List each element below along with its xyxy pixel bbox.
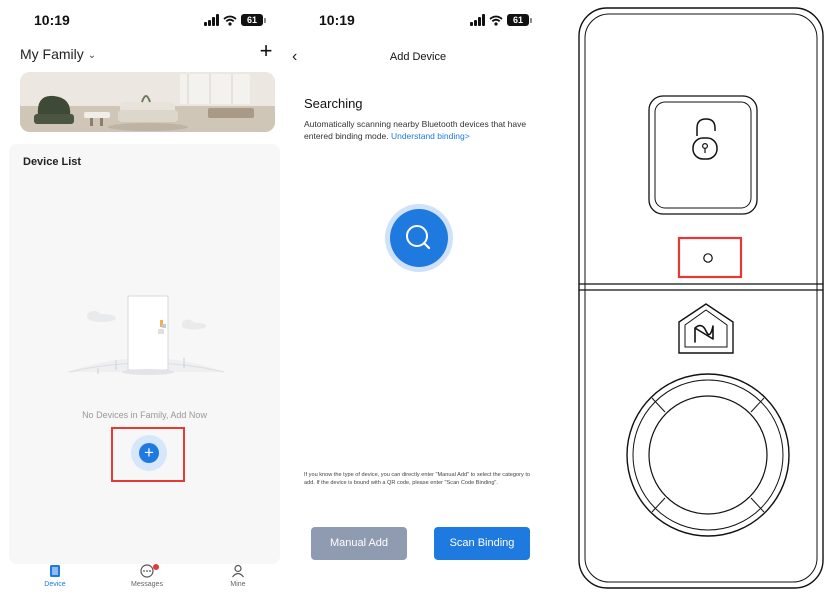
signal-icon — [470, 14, 485, 26]
signal-icon — [204, 14, 219, 26]
bottom-tab-bar: Device Messages Mine — [0, 562, 284, 594]
page-title: Add Device — [389, 51, 447, 63]
smart-lock-drawing — [578, 7, 824, 589]
understand-binding-link[interactable]: Understand binding> — [391, 131, 470, 141]
status-bar: 10:19 61 — [284, 0, 552, 40]
chevron-down-icon: ⌄ — [87, 49, 97, 61]
manual-add-hint: If you know the type of device, you can … — [304, 472, 530, 486]
manual-add-button[interactable]: Manual Add — [311, 527, 407, 560]
status-icons: 61 — [470, 12, 532, 28]
device-list-screen: 10:19 61 My Family ⌄ + Device List No De… — [0, 0, 284, 594]
search-progress-indicator — [385, 204, 453, 272]
status-bar: 10:19 61 — [0, 0, 284, 40]
searching-heading: Searching — [304, 96, 363, 111]
searching-description: Automatically scanning nearby Bluetooth … — [304, 119, 527, 141]
tab-device[interactable]: Device — [25, 564, 85, 588]
empty-message: No Devices in Family, Add Now — [82, 410, 207, 420]
family-selector[interactable]: My Family ⌄ — [20, 46, 96, 62]
scan-binding-button[interactable]: Scan Binding — [434, 527, 530, 560]
device-icon — [50, 565, 60, 577]
lock-illustration — [552, 0, 828, 594]
add-plus-button[interactable]: + — [256, 40, 276, 62]
tab-messages[interactable]: Messages — [117, 564, 177, 588]
status-time: 10:19 — [34, 12, 70, 28]
wifi-icon — [223, 15, 237, 26]
tab-mine[interactable]: Mine — [208, 564, 268, 588]
reset-hole — [703, 253, 713, 263]
person-icon — [232, 564, 244, 578]
wifi-icon — [489, 15, 503, 26]
device-list-area: Device List No Devices in Family, Add No… — [9, 144, 280, 564]
add-device-highlight: + — [111, 427, 185, 482]
add-device-button[interactable]: + — [131, 435, 167, 471]
family-banner-image — [20, 72, 275, 132]
empty-devices-illustration — [68, 295, 225, 375]
section-title: Device List — [23, 156, 82, 168]
status-time: 10:19 — [319, 12, 355, 28]
add-device-screen: 10:19 61 ‹ Add Device Searching Automati… — [284, 0, 552, 594]
plus-icon: + — [139, 443, 159, 463]
unread-badge — [153, 564, 159, 570]
battery-icon: 61 — [241, 14, 266, 26]
status-icons: 61 — [204, 12, 266, 28]
round-knob — [626, 373, 790, 537]
family-name: My Family — [20, 46, 84, 62]
search-icon — [406, 225, 431, 250]
battery-icon: 61 — [507, 14, 532, 26]
